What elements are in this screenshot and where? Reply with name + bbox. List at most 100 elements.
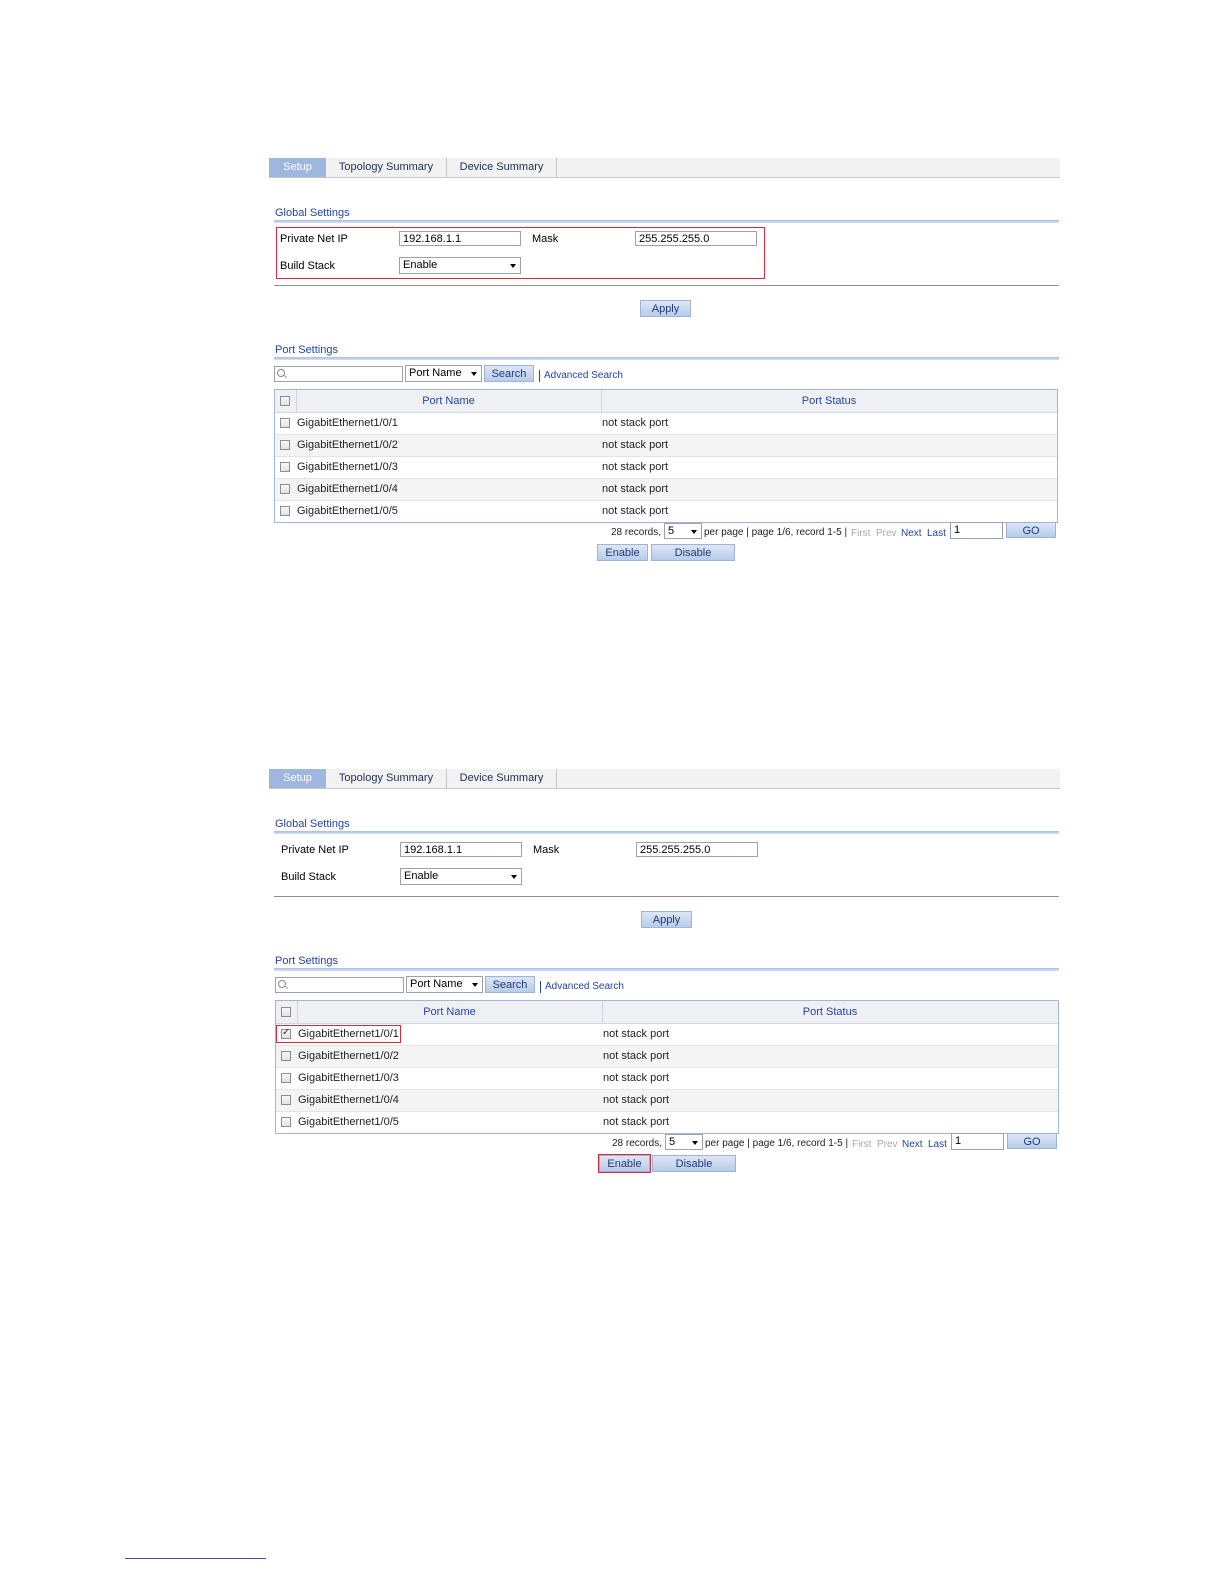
highlight-box: [276, 1025, 401, 1043]
select-all-checkbox[interactable]: [281, 1007, 291, 1017]
search-input[interactable]: [275, 977, 404, 993]
search-field-value: Port Name: [410, 978, 463, 990]
disable-button[interactable]: Disable: [652, 1155, 736, 1172]
global-settings-title: Global Settings: [275, 207, 350, 219]
row-checkbox[interactable]: [280, 418, 290, 428]
tab-topology-summary[interactable]: Topology Summary: [326, 769, 447, 788]
advanced-search-link[interactable]: Advanced Search: [545, 981, 624, 992]
table-row: GigabitEthernet1/0/5 not stack port: [275, 501, 1057, 522]
chevron-down-icon: [511, 875, 517, 879]
chevron-down-icon: [510, 264, 516, 268]
row-checkbox[interactable]: [280, 462, 290, 472]
port-status-cell: not stack port: [603, 1094, 670, 1106]
global-settings-title: Global Settings: [275, 818, 350, 830]
port-name-cell: GigabitEthernet1/0/4: [297, 483, 398, 495]
row-checkbox[interactable]: [281, 1073, 291, 1083]
select-all-cell: [275, 390, 297, 412]
port-name-cell: GigabitEthernet1/0/1: [297, 417, 398, 429]
row-checkbox[interactable]: [280, 440, 290, 450]
tab-device-summary[interactable]: Device Summary: [447, 769, 557, 788]
build-stack-label: Build Stack: [280, 260, 336, 272]
search-input[interactable]: [274, 366, 403, 382]
disable-button[interactable]: Disable: [651, 544, 735, 561]
port-status-cell: not stack port: [603, 1028, 670, 1040]
mask-input[interactable]: 255.255.255.0: [636, 842, 758, 857]
table-row: GigabitEthernet1/0/4 not stack port: [275, 479, 1057, 501]
row-checkbox[interactable]: [281, 1051, 291, 1061]
row-checkbox[interactable]: [280, 484, 290, 494]
port-name-cell: GigabitEthernet1/0/5: [297, 505, 398, 517]
search-button[interactable]: Search: [485, 976, 535, 993]
search-field-value: Port Name: [409, 367, 462, 379]
private-net-ip-input[interactable]: 192.168.1.1: [399, 231, 521, 246]
apply-button[interactable]: Apply: [641, 911, 692, 928]
records-count: 28 records,: [612, 1138, 663, 1149]
section-divider: [274, 831, 1059, 834]
port-name-cell: GigabitEthernet1/0/2: [297, 439, 398, 451]
prev-page-link[interactable]: Prev: [876, 528, 897, 539]
go-button[interactable]: GO: [1007, 1133, 1057, 1149]
first-page-link[interactable]: First: [852, 1139, 871, 1150]
page-number-input[interactable]: 1: [950, 522, 1003, 539]
divider: [274, 896, 1059, 897]
build-stack-value: Enable: [403, 259, 438, 271]
port-name-cell: GigabitEthernet1/0/5: [298, 1116, 399, 1128]
first-page-link[interactable]: First: [851, 528, 870, 539]
tab-topology-summary[interactable]: Topology Summary: [326, 158, 447, 177]
port-status-cell: not stack port: [602, 439, 669, 451]
tab-setup[interactable]: Setup: [269, 158, 326, 177]
build-stack-select[interactable]: Enable: [399, 257, 521, 274]
private-net-ip-label: Private Net IP: [281, 844, 349, 856]
advanced-search-link[interactable]: Advanced Search: [544, 370, 623, 381]
column-header-port-name[interactable]: Port Name: [297, 1001, 603, 1023]
build-stack-select[interactable]: Enable: [400, 868, 522, 885]
tab-bar: Setup Topology Summary Device Summary: [269, 769, 1060, 789]
next-page-link[interactable]: Next: [902, 1139, 923, 1150]
select-all-checkbox[interactable]: [280, 396, 290, 406]
enable-button[interactable]: Enable: [597, 544, 648, 561]
port-status-cell: not stack port: [602, 461, 669, 473]
page-info: per page | page 1/6, record 1-5 |: [705, 1138, 849, 1149]
mask-label: Mask: [532, 233, 559, 245]
tab-device-summary[interactable]: Device Summary: [447, 158, 557, 177]
last-page-link[interactable]: Last: [927, 528, 946, 539]
build-stack-value: Enable: [404, 870, 439, 882]
table-header: Port Name Port Status: [275, 390, 1057, 413]
row-checkbox[interactable]: [281, 1095, 291, 1105]
row-checkbox[interactable]: [281, 1117, 291, 1127]
select-all-cell: [276, 1001, 298, 1023]
search-icon: [278, 980, 286, 988]
prev-page-link[interactable]: Prev: [877, 1139, 898, 1150]
chevron-down-icon: [471, 372, 477, 376]
apply-button[interactable]: Apply: [640, 300, 691, 317]
private-net-ip-input[interactable]: 192.168.1.1: [400, 842, 522, 857]
column-header-port-status[interactable]: Port Status: [602, 1001, 1058, 1023]
next-page-link[interactable]: Next: [901, 528, 922, 539]
port-settings-title: Port Settings: [275, 344, 338, 356]
go-button[interactable]: GO: [1006, 522, 1056, 538]
last-page-link[interactable]: Last: [928, 1139, 947, 1150]
per-page-select[interactable]: 5: [664, 523, 702, 539]
page-number-input[interactable]: 1: [951, 1133, 1004, 1150]
build-stack-label: Build Stack: [281, 871, 337, 883]
search-field-select[interactable]: Port Name: [406, 976, 483, 993]
mask-input[interactable]: 255.255.255.0: [635, 231, 757, 246]
port-status-cell: not stack port: [602, 483, 669, 495]
row-checkbox[interactable]: [280, 506, 290, 516]
private-net-ip-label: Private Net IP: [280, 233, 348, 245]
search-button[interactable]: Search: [484, 365, 534, 382]
port-table: Port Name Port Status GigabitEthernet1/0…: [274, 389, 1058, 523]
column-header-port-status[interactable]: Port Status: [601, 390, 1057, 412]
section-divider: [274, 220, 1059, 223]
per-page-value: 5: [669, 1136, 676, 1148]
column-header-port-name[interactable]: Port Name: [296, 390, 602, 412]
table-row: GigabitEthernet1/0/1 not stack port: [275, 413, 1057, 435]
highlight-box: [598, 1154, 651, 1173]
table-row: GigabitEthernet1/0/1 not stack port: [276, 1024, 1058, 1046]
tab-setup[interactable]: Setup: [269, 769, 326, 788]
per-page-select[interactable]: 5: [665, 1134, 703, 1150]
search-field-select[interactable]: Port Name: [405, 365, 482, 382]
mask-label: Mask: [533, 844, 560, 856]
chevron-down-icon: [472, 983, 478, 987]
records-count: 28 records,: [611, 527, 662, 538]
